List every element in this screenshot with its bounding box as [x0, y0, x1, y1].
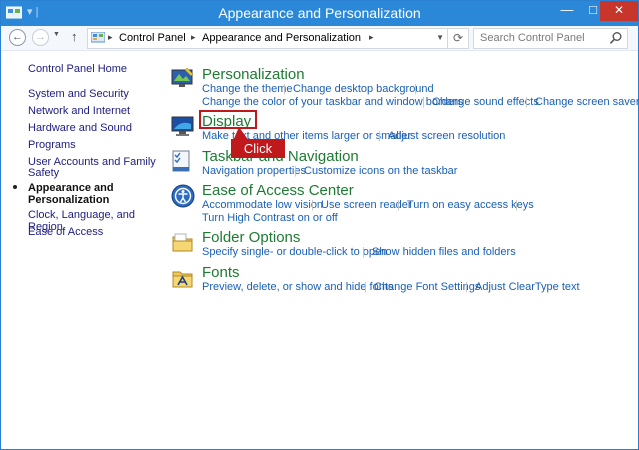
- breadcrumb-appearance[interactable]: Appearance and Personalization: [202, 32, 361, 44]
- click-callout: Click: [231, 139, 285, 158]
- taskbar-navigation-icon[interactable]: [171, 150, 195, 174]
- breadcrumb-chevron-icon[interactable]: ▸: [369, 32, 374, 43]
- personalization-title[interactable]: Personalization: [202, 66, 305, 83]
- nav-user-accounts-line2[interactable]: Safety: [28, 167, 59, 179]
- control-panel-window: ▾ | Appearance and Personalization — □ ✕…: [0, 0, 639, 450]
- recent-locations-dropdown[interactable]: ▼: [53, 31, 60, 38]
- title-bar[interactable]: ▾ | Appearance and Personalization — □ ✕: [1, 1, 638, 26]
- navigation-properties-link[interactable]: Navigation properties: [202, 165, 306, 177]
- link-separator: |: [378, 130, 381, 142]
- link-separator: |: [362, 246, 365, 258]
- specify-click-to-open-link[interactable]: Specify single- or double-click to open: [202, 246, 387, 258]
- nav-system-and-security[interactable]: System and Security: [28, 88, 129, 100]
- adjust-cleartype-link[interactable]: Adjust ClearType text: [475, 281, 580, 293]
- customize-taskbar-icons-link[interactable]: Customize icons on the taskbar: [304, 165, 457, 177]
- turn-high-contrast-link[interactable]: Turn High Contrast on or off: [202, 212, 338, 224]
- link-separator: |: [525, 96, 528, 108]
- personalization-icon[interactable]: [171, 67, 195, 91]
- nav-hardware-and-sound[interactable]: Hardware and Sound: [28, 122, 132, 134]
- nav-network-and-internet[interactable]: Network and Internet: [28, 105, 130, 117]
- current-section-bullet: [13, 185, 17, 189]
- address-history-dropdown[interactable]: ▼: [436, 33, 444, 42]
- breadcrumb-control-panel[interactable]: Control Panel: [119, 32, 186, 44]
- search-icon[interactable]: [609, 31, 623, 45]
- nav-programs[interactable]: Programs: [28, 139, 76, 151]
- folder-options-title[interactable]: Folder Options: [202, 229, 300, 246]
- nav-control-panel-home[interactable]: Control Panel Home: [28, 63, 127, 75]
- nav-ease-of-access[interactable]: Ease of Access: [28, 226, 103, 238]
- change-screen-saver-link[interactable]: Change screen saver: [535, 96, 639, 108]
- change-desktop-background-link[interactable]: Change desktop background: [293, 83, 434, 95]
- link-separator: |: [515, 199, 518, 211]
- link-separator: |: [364, 281, 367, 293]
- forward-button[interactable]: →: [32, 29, 49, 46]
- up-button[interactable]: ↑: [71, 29, 78, 44]
- show-hidden-files-link[interactable]: Show hidden files and folders: [372, 246, 516, 258]
- navigation-bar: ← → ▼ ↑ ▸ Control Panel ▸ Appearance and…: [1, 26, 638, 51]
- nav-appearance-current: Appearance and: [28, 182, 114, 194]
- refresh-button[interactable]: ⟳: [447, 28, 469, 49]
- window-title: Appearance and Personalization: [218, 5, 421, 21]
- search-input[interactable]: [474, 29, 610, 46]
- nav-appearance-current-line2: Personalization: [28, 194, 110, 206]
- ease-of-access-icon[interactable]: [171, 184, 195, 208]
- fonts-folder-icon[interactable]: [171, 266, 195, 290]
- folder-options-icon[interactable]: [171, 231, 195, 255]
- breadcrumb-chevron-icon[interactable]: ▸: [191, 32, 196, 43]
- change-sound-effects-link[interactable]: Change sound effects: [432, 96, 539, 108]
- link-separator: |: [422, 96, 425, 108]
- ease-of-access-title[interactable]: Ease of Access Center: [202, 182, 354, 199]
- link-separator: |: [283, 83, 286, 95]
- minimize-button[interactable]: —: [554, 1, 580, 21]
- control-panel-icon: [91, 32, 105, 43]
- link-separator: |: [311, 199, 314, 211]
- link-separator: |: [414, 83, 417, 95]
- adjust-screen-resolution-link[interactable]: Adjust screen resolution: [388, 130, 505, 142]
- search-box[interactable]: [473, 28, 628, 49]
- address-bar[interactable]: ▸ Control Panel ▸ Appearance and Persona…: [87, 28, 449, 49]
- fonts-title[interactable]: Fonts: [202, 264, 240, 281]
- close-button[interactable]: ✕: [600, 1, 638, 21]
- back-button[interactable]: ←: [9, 29, 26, 46]
- link-separator: |: [397, 199, 400, 211]
- change-theme-link[interactable]: Change the theme: [202, 83, 293, 95]
- display-icon[interactable]: [171, 114, 195, 138]
- accommodate-low-vision-link[interactable]: Accommodate low vision: [202, 199, 323, 211]
- breadcrumb-chevron-icon[interactable]: ▸: [108, 32, 113, 43]
- link-separator: |: [294, 165, 297, 177]
- link-separator: |: [465, 281, 468, 293]
